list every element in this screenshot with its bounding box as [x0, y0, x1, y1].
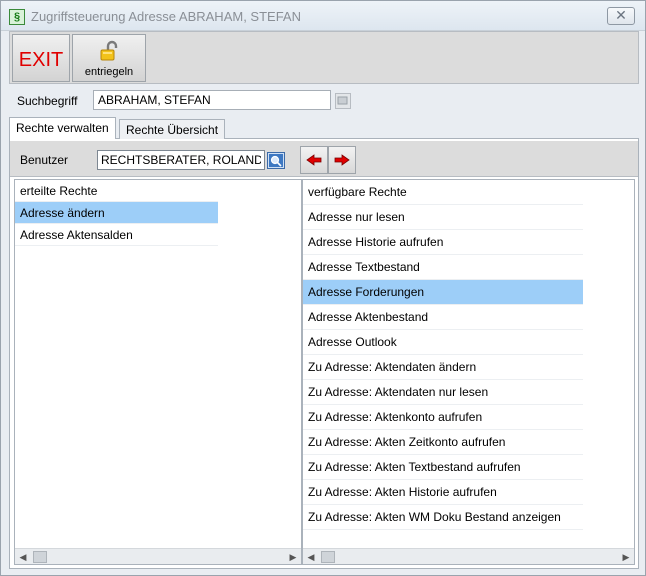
unlock-icon: [100, 40, 118, 61]
move-left-button[interactable]: [300, 146, 328, 174]
move-right-button[interactable]: [328, 146, 356, 174]
dialog-window: § Zugriffsteuerung Adresse ABRAHAM, STEF…: [0, 0, 646, 576]
available-rights-column: verfügbare Rechte Adresse nur lesen Adre…: [303, 180, 634, 530]
granted-rights-header: erteilte Rechte: [15, 180, 218, 202]
arrow-right-icon: [334, 154, 350, 166]
tab-bar: Rechte verwalten Rechte Übersicht: [9, 117, 639, 140]
granted-rights-list[interactable]: erteilte Rechte Adresse ändern Adresse A…: [14, 179, 302, 565]
search-button[interactable]: [335, 93, 351, 109]
search-icon: [337, 96, 348, 105]
scroll-left-icon[interactable]: ◀: [17, 551, 29, 563]
list-item[interactable]: Zu Adresse: Aktendaten ändern: [303, 355, 583, 380]
user-label: Benutzer: [20, 153, 69, 167]
title-bar: § Zugriffsteuerung Adresse ABRAHAM, STEF…: [1, 1, 645, 31]
close-icon: ✕: [615, 7, 627, 23]
list-item[interactable]: Adresse Aktensalden: [15, 224, 218, 246]
list-item[interactable]: Adresse ändern: [15, 202, 218, 224]
search-row: Suchbegriff: [9, 86, 639, 116]
list-item[interactable]: Adresse Aktenbestand: [303, 305, 583, 330]
exit-button[interactable]: EXIT: [12, 34, 70, 82]
scroll-thumb[interactable]: [33, 551, 47, 563]
available-rights-list[interactable]: verfügbare Rechte Adresse nur lesen Adre…: [302, 179, 635, 565]
list-item[interactable]: Zu Adresse: Akten WM Doku Bestand anzeig…: [303, 505, 583, 530]
scroll-thumb[interactable]: [321, 551, 335, 563]
list-item[interactable]: Zu Adresse: Aktendaten nur lesen: [303, 380, 583, 405]
horizontal-scrollbar[interactable]: ◀ ▶: [303, 548, 634, 564]
search-label: Suchbegriff: [17, 94, 78, 108]
list-item[interactable]: Adresse Outlook: [303, 330, 583, 355]
scroll-left-icon[interactable]: ◀: [305, 551, 317, 563]
scroll-right-icon[interactable]: ▶: [620, 551, 632, 563]
list-item[interactable]: Adresse Historie aufrufen: [303, 230, 583, 255]
list-item[interactable]: Adresse Forderungen: [303, 280, 583, 305]
app-icon: §: [9, 9, 25, 25]
tab-rechte-verwalten[interactable]: Rechte verwalten: [9, 117, 116, 140]
granted-rights-column: erteilte Rechte Adresse ändern Adresse A…: [15, 180, 301, 246]
user-row: Benutzer: [10, 141, 638, 177]
user-search-button[interactable]: [267, 152, 285, 169]
tab-rechte-uebersicht[interactable]: Rechte Übersicht: [119, 119, 226, 139]
list-item[interactable]: Zu Adresse: Akten Textbestand aufrufen: [303, 455, 583, 480]
tab-panel: Benutzer erteilt: [9, 139, 639, 569]
exit-label: EXIT: [18, 49, 64, 71]
close-button[interactable]: ✕: [607, 7, 635, 25]
search-input[interactable]: [93, 90, 331, 110]
window-title: Zugriffsteuerung Adresse ABRAHAM, STEFAN: [31, 9, 301, 24]
list-item[interactable]: Adresse Textbestand: [303, 255, 583, 280]
list-item[interactable]: Zu Adresse: Aktenkonto aufrufen: [303, 405, 583, 430]
arrow-left-icon: [306, 154, 322, 166]
available-rights-header: verfügbare Rechte: [303, 180, 583, 205]
search-icon: [269, 154, 283, 167]
list-item[interactable]: Zu Adresse: Akten Zeitkonto aufrufen: [303, 430, 583, 455]
unlock-button[interactable]: entriegeln: [72, 34, 146, 82]
user-input[interactable]: [97, 150, 265, 170]
toolbar: EXIT entriegeln: [9, 31, 639, 84]
list-item[interactable]: Adresse nur lesen: [303, 205, 583, 230]
horizontal-scrollbar[interactable]: ◀ ▶: [15, 548, 301, 564]
unlock-label: entriegeln: [84, 66, 134, 78]
list-item[interactable]: Zu Adresse: Akten Historie aufrufen: [303, 480, 583, 505]
scroll-right-icon[interactable]: ▶: [287, 551, 299, 563]
